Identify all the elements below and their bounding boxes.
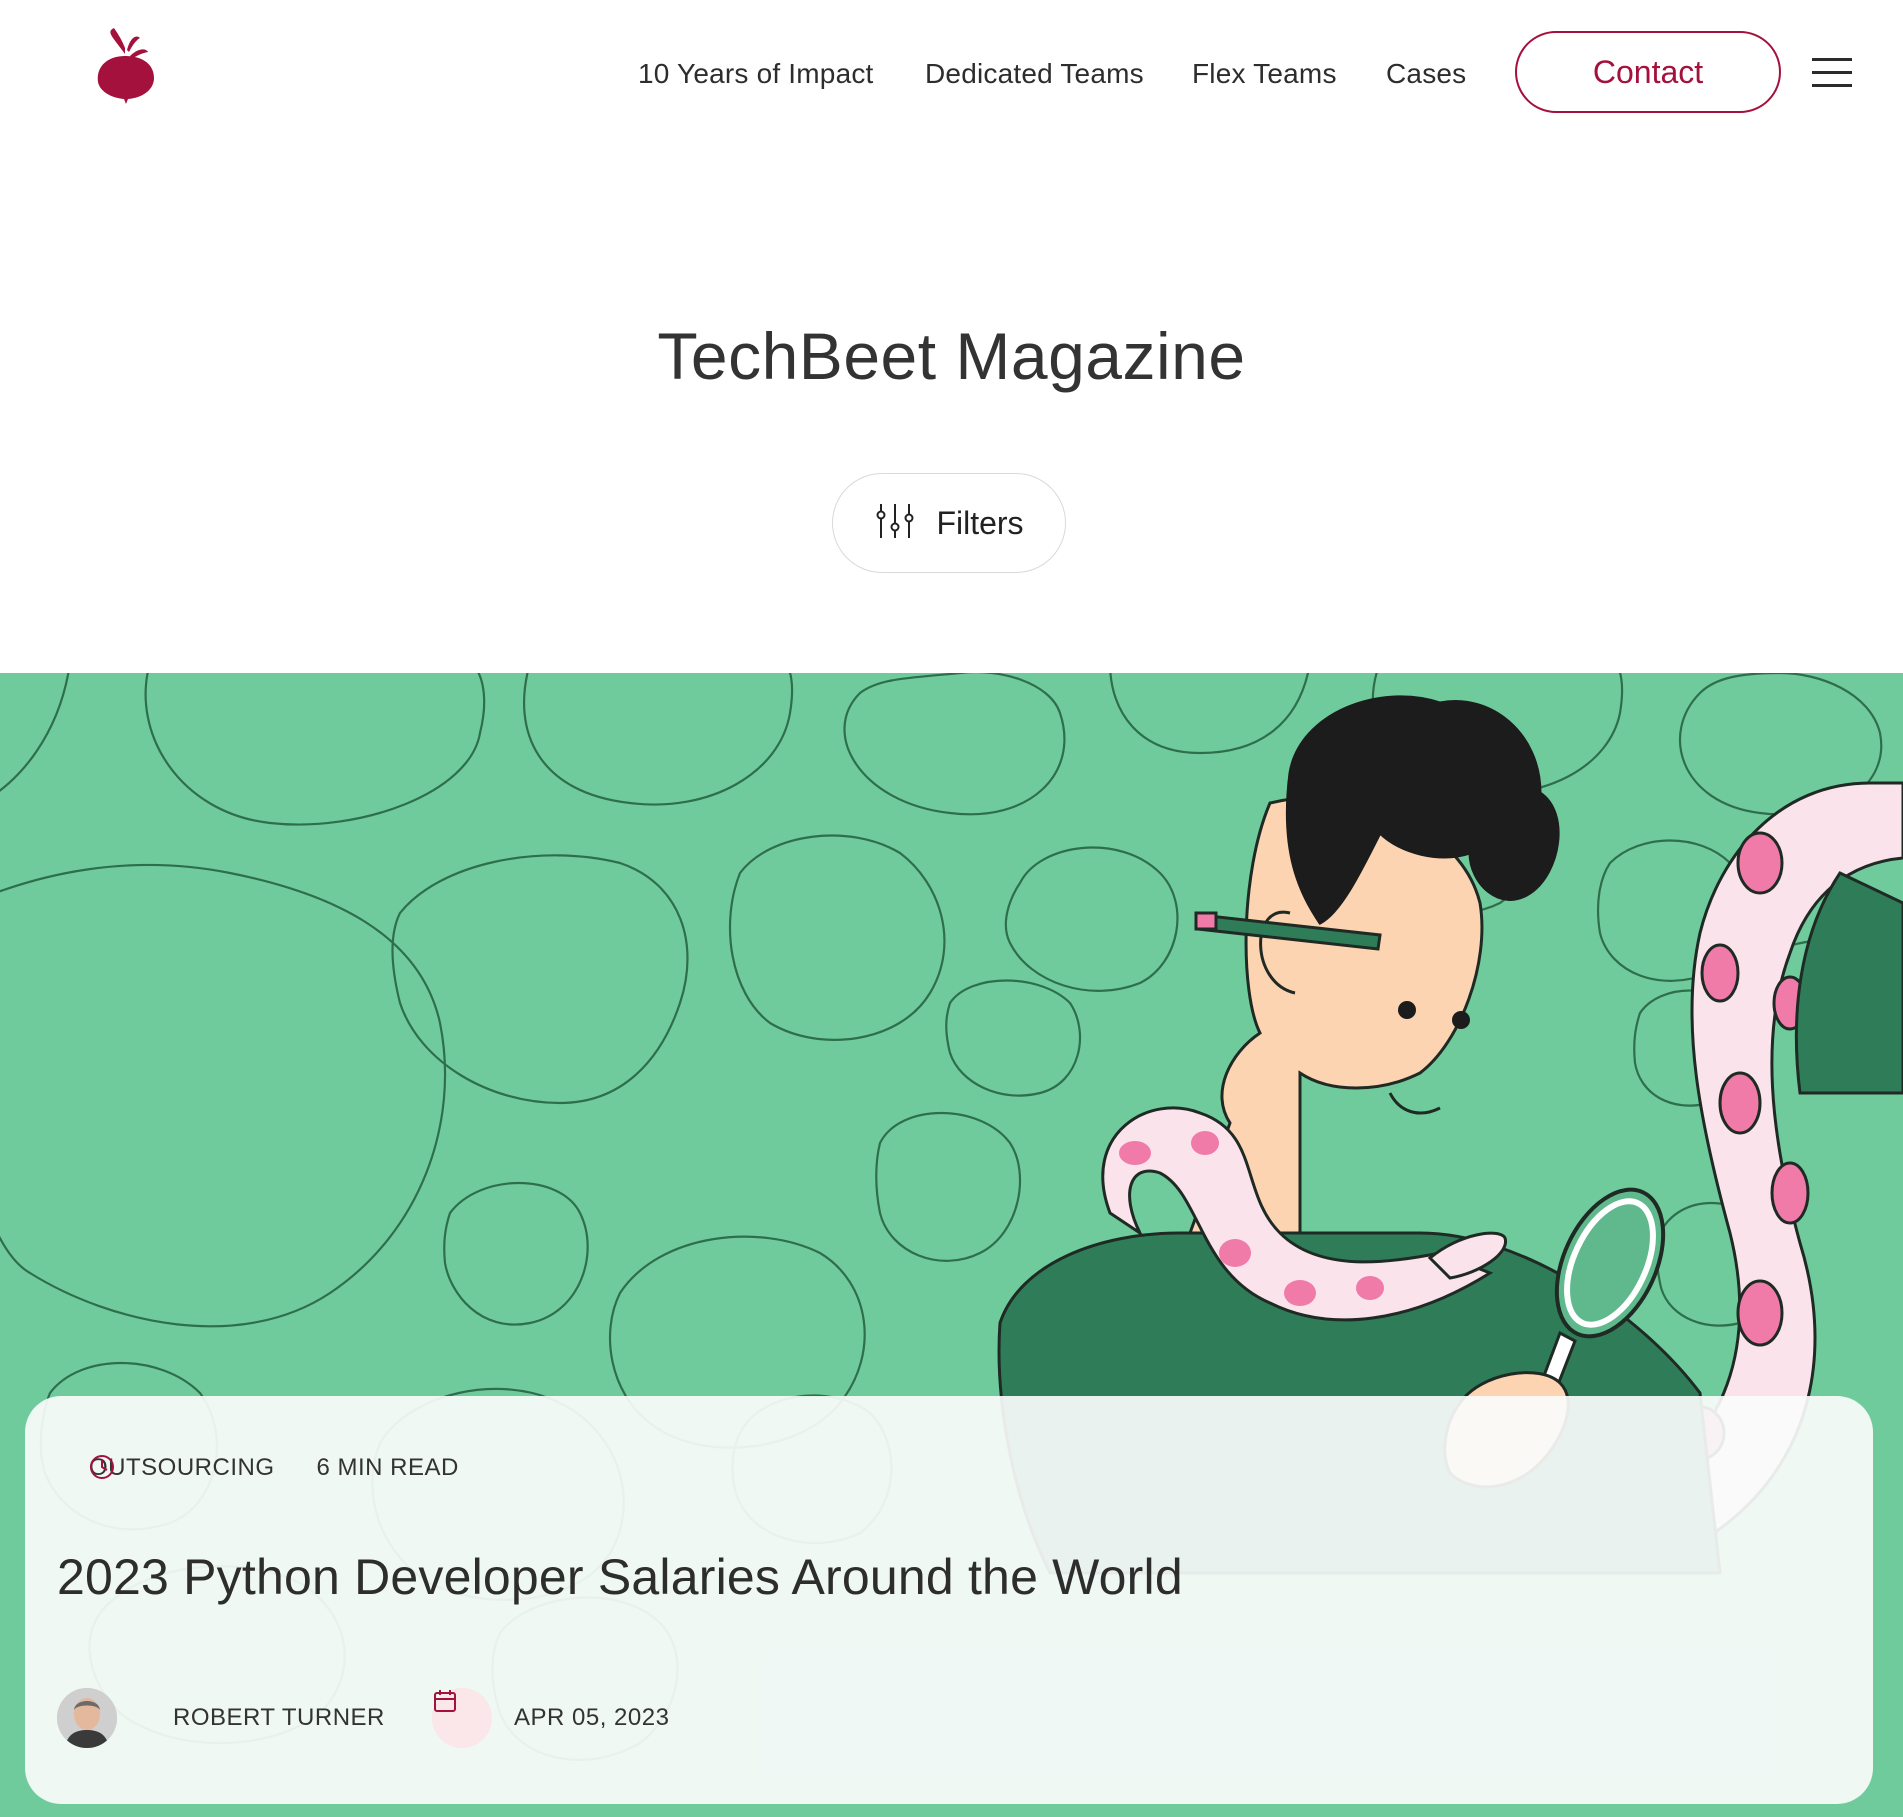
- filters-label: Filters: [936, 504, 1024, 541]
- read-time: 6 MIN READ: [90, 1454, 459, 1482]
- featured-article-card[interactable]: OUTSOURCING 6 MIN READ 2023 Python Devel…: [25, 1396, 1873, 1804]
- sliders-icon: [874, 502, 916, 545]
- featured-hero-image[interactable]: OUTSOURCING 6 MIN READ 2023 Python Devel…: [0, 673, 1903, 1817]
- read-time-label: 6 MIN READ: [316, 1454, 459, 1481]
- page-title: TechBeet Magazine: [657, 319, 1246, 393]
- nav-link-cases[interactable]: Cases: [1386, 52, 1466, 96]
- avatar[interactable]: [57, 1688, 117, 1748]
- author-name[interactable]: ROBERT TURNER: [173, 1704, 385, 1732]
- author-row: ROBERT TURNER APR 05, 2023: [57, 1686, 857, 1750]
- category-tag[interactable]: OUTSOURCING: [89, 1454, 275, 1482]
- filters-button[interactable]: Filters: [832, 473, 1066, 573]
- contact-button[interactable]: Contact: [1515, 31, 1781, 113]
- publish-date: APR 05, 2023: [514, 1704, 670, 1731]
- calendar-icon: [432, 1688, 492, 1748]
- article-title[interactable]: 2023 Python Developer Salaries Around th…: [57, 1548, 1183, 1606]
- nav-link-dedicated-teams[interactable]: Dedicated Teams: [925, 52, 1144, 96]
- article-meta: OUTSOURCING 6 MIN READ: [89, 1454, 459, 1482]
- nav-link-flex-teams[interactable]: Flex Teams: [1192, 52, 1337, 96]
- site-header: 10 Years of Impact Dedicated Teams Flex …: [0, 0, 1903, 145]
- nav-link-10-years[interactable]: 10 Years of Impact: [638, 52, 874, 96]
- hamburger-icon[interactable]: [1812, 58, 1852, 88]
